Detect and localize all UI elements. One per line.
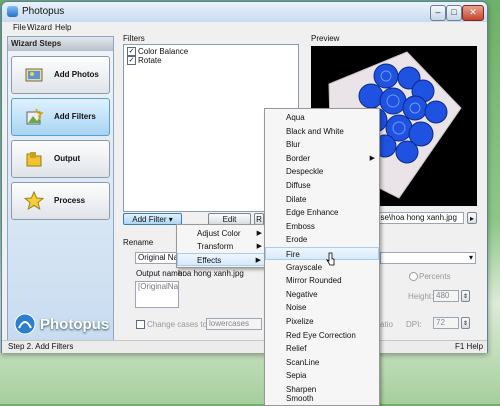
filter-item[interactable]: ✓ Rotate (127, 56, 287, 65)
effect-item[interactable]: Dilate (265, 193, 379, 206)
preview-path-field[interactable]: ose\hoa hong xanh.jpg (373, 212, 464, 224)
step-process-button[interactable]: Process (11, 182, 110, 220)
status-text: Step 2. Add Filters (8, 342, 74, 351)
percents-label: Percents (419, 272, 451, 281)
effect-item[interactable]: Erode (265, 233, 379, 246)
effect-item-highlighted[interactable]: Fire (265, 247, 379, 260)
effect-item[interactable]: Emboss (265, 220, 379, 233)
filter-checkbox[interactable]: ✓ (127, 47, 136, 56)
effect-item[interactable]: Grayscale (265, 261, 379, 274)
menu-help[interactable]: Help (55, 23, 71, 32)
preview-label: Preview (311, 34, 340, 43)
dpi-stepper[interactable]: ⇕ (461, 317, 470, 329)
app-icon (7, 6, 18, 17)
menu-item-transform[interactable]: Transform ▶ (177, 240, 266, 253)
chevron-down-icon: ▾ (168, 215, 173, 224)
filter-item-label: Rotate (138, 56, 162, 65)
menu-bar: File Wizard Help (2, 22, 487, 34)
menu-wizard[interactable]: Wizard (27, 23, 52, 32)
effect-item[interactable]: Noise (265, 301, 379, 314)
effect-item[interactable]: Black and White (265, 125, 379, 138)
chevron-down-icon: ▾ (468, 253, 473, 262)
menu-item-adjust-color[interactable]: Adjust Color ▶ (177, 227, 266, 240)
maximize-button[interactable]: □ (446, 5, 462, 21)
menu-item-label: Border (286, 153, 311, 163)
add-filter-button[interactable]: Add Filter ▾ (123, 213, 182, 225)
height-label: Height: (408, 292, 434, 301)
change-cases-checkbox[interactable] (136, 320, 145, 329)
effect-item-border[interactable]: Border ▶ (265, 152, 379, 165)
output-name-value: hoa hong xanh.jpg (178, 269, 244, 278)
step-add-photos-button[interactable]: Add Photos (11, 56, 110, 94)
submenu-arrow-icon: ▶ (369, 154, 375, 162)
add-filter-menu: Adjust Color ▶ Transform ▶ Effects ▶ (176, 224, 267, 268)
submenu-arrow-icon: ▶ (255, 257, 261, 264)
step-label: Add Photos (54, 70, 99, 79)
window-title: Photopus (22, 6, 65, 17)
step-label: Process (54, 196, 86, 205)
step-output-button[interactable]: Output (11, 140, 110, 178)
title-bar[interactable]: Photopus – □ ✕ (2, 2, 487, 22)
photos-icon (25, 68, 43, 82)
ratio-label: atio (380, 320, 393, 329)
filter-item[interactable]: ✓ Color Balance (127, 47, 287, 56)
add-filter-label: Add Filter (132, 215, 167, 224)
effect-item[interactable]: Red Eye Correction (265, 329, 379, 342)
effect-item[interactable]: Pixelize (265, 315, 379, 328)
close-button[interactable]: ✕ (462, 5, 484, 21)
effect-item[interactable]: ScanLine (265, 356, 379, 369)
sidebar-header: Wizard Steps (8, 37, 113, 51)
menu-item-effects[interactable]: Effects ▶ (177, 253, 266, 266)
effect-item[interactable]: Relief (265, 342, 379, 355)
wizard-sidebar: Wizard Steps Add Photos Add Filters Outp… (7, 36, 114, 343)
effect-item[interactable]: Diffuse (265, 179, 379, 192)
step-add-filters-button[interactable]: Add Filters (11, 98, 110, 136)
resize-mode-select[interactable]: ▾ (380, 252, 476, 264)
effect-item[interactable]: Edge Enhance (265, 206, 379, 219)
brand-name: Photopus (40, 316, 110, 333)
filters-label: Filters (123, 34, 145, 43)
dpi-label: DPI: (406, 320, 422, 329)
preview-next-button[interactable]: ▸ (467, 212, 477, 224)
output-icon (26, 152, 42, 167)
filter-checkbox[interactable]: ✓ (127, 56, 136, 65)
effect-item[interactable]: Blur (265, 138, 379, 151)
case-select[interactable]: lowercases (206, 318, 262, 330)
menu-item-label: Effects (197, 256, 222, 265)
height-stepper[interactable]: ⇕ (461, 290, 470, 302)
app-window: Photopus – □ ✕ File Wizard Help Wizard S… (1, 1, 488, 353)
rename-label: Rename (123, 238, 154, 247)
rename-pattern-field[interactable]: Original Nam (135, 252, 180, 264)
menu-file[interactable]: File (13, 23, 26, 32)
minimize-button[interactable]: – (430, 5, 446, 21)
effect-item[interactable]: Despeckle (265, 165, 379, 178)
help-hint: F1 Help (455, 342, 484, 351)
photopus-logo-icon (14, 313, 36, 335)
submenu-arrow-icon: ▶ (256, 243, 262, 250)
dpi-field[interactable]: 72 (433, 317, 459, 329)
rename-template-field[interactable]: [OriginalName] (135, 281, 179, 308)
submenu-arrow-icon: ▶ (256, 230, 262, 237)
filter-item-label: Color Balance (138, 47, 189, 56)
menu-item-label: Transform (197, 242, 234, 251)
effects-submenu: Aqua Black and White Blur Border ▶ Despe… (264, 108, 380, 406)
menu-item-label: Adjust Color (197, 229, 241, 238)
effect-item[interactable]: Aqua (265, 111, 379, 124)
height-field[interactable]: 480 (433, 290, 459, 302)
mouse-pointer-icon (326, 252, 335, 266)
step-label: Output (54, 154, 81, 163)
change-cases-label: Change cases to: (147, 320, 210, 329)
status-bar: Step 2. Add Filters F1 Help (2, 340, 487, 353)
effect-item[interactable]: Negative (265, 288, 379, 301)
effect-item[interactable]: Sepia (265, 369, 379, 382)
step-label: Add Filters (54, 112, 96, 121)
filters-icon (26, 108, 44, 125)
percents-radio[interactable] (409, 272, 418, 281)
effect-item[interactable]: Smooth (265, 392, 379, 405)
effect-item[interactable]: Mirror Rounded (265, 274, 379, 287)
process-icon (24, 191, 44, 211)
